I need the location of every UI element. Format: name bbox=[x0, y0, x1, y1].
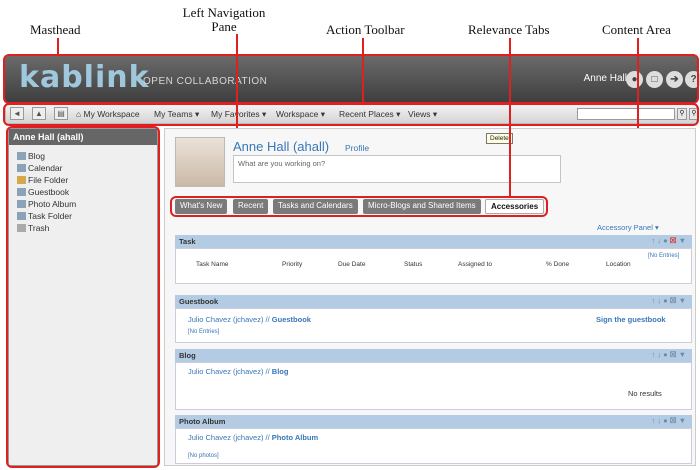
leftnav-item-photo-album[interactable]: Photo Album bbox=[17, 199, 76, 209]
callout-action-toolbar: Action Toolbar bbox=[326, 22, 405, 37]
search-icon[interactable]: ⚲ bbox=[677, 108, 687, 120]
guestbook-accessory-header: Guestbook ↑ ↓ ● ☒ ▼ bbox=[175, 295, 692, 308]
col-percent-done: % Done bbox=[546, 261, 570, 268]
photo-accessory-header: Photo Album ↑ ↓ ● ☒ ▼ bbox=[175, 415, 692, 428]
content-pointer bbox=[637, 38, 639, 128]
tab-micro-blogs[interactable]: Micro-Blogs and Shared Items bbox=[363, 199, 481, 214]
guestbook-owner-link[interactable]: Julio Chavez (jchavez) // Guestbook bbox=[188, 315, 311, 324]
leftnav-item-task-folder[interactable]: Task Folder bbox=[17, 211, 72, 221]
search-input[interactable] bbox=[577, 108, 675, 120]
toolbar-my-workspace[interactable]: ⌂ My Workspace bbox=[76, 109, 140, 119]
accessory-controls-icon[interactable]: ↑ ↓ ● ☒ ▼ bbox=[651, 416, 686, 425]
photo-owner-link[interactable]: Julio Chavez (jchavez) // Photo Album bbox=[188, 433, 318, 442]
masthead-pointer bbox=[57, 38, 59, 56]
tabs-pointer bbox=[509, 38, 511, 198]
col-status: Status bbox=[404, 261, 423, 268]
profile-name[interactable]: Anne Hall (ahall) bbox=[233, 139, 329, 154]
sign-guestbook-link[interactable]: Sign the guestbook bbox=[596, 315, 666, 324]
blog-accessory-body: Julio Chavez (jchavez) // Blog No result… bbox=[175, 362, 692, 410]
action-toolbar: ◄ ▲ ▤ ⌂ My Workspace My Teams ▾ My Favor… bbox=[5, 104, 699, 124]
col-priority: Priority bbox=[282, 261, 303, 268]
callout-relevance-tabs: Relevance Tabs bbox=[468, 22, 550, 37]
blog-no-results: No results bbox=[628, 389, 662, 398]
callout-left-nav: Left Navigation Pane bbox=[182, 5, 266, 34]
accessory-controls-icon[interactable]: ↑ ↓ ● ☒ ▼ bbox=[651, 236, 686, 245]
kablink-logo: kablink bbox=[19, 60, 150, 95]
accessory-panel-menu[interactable]: Accessory Panel ▾ bbox=[597, 223, 659, 232]
tab-accessories[interactable]: Accessories bbox=[485, 199, 545, 214]
photo-accessory-body: Julio Chavez (jchavez) // Photo Album [N… bbox=[175, 428, 692, 464]
photo-icon bbox=[17, 200, 26, 208]
col-task-name: Task Name bbox=[196, 261, 229, 268]
logout-icon[interactable]: ➔ bbox=[666, 71, 683, 88]
page-icon[interactable]: □ bbox=[646, 71, 663, 88]
status-input[interactable]: What are you working on? bbox=[233, 155, 561, 183]
layout-icon[interactable]: ▤ bbox=[54, 107, 68, 120]
left-navigation-pane: Anne Hall (ahall) Blog Calendar File Fol… bbox=[8, 128, 158, 466]
folder-icon bbox=[17, 176, 26, 184]
task-accessory-body: [No Entries] Task Name Priority Due Date… bbox=[175, 248, 692, 284]
toolbar-recent-places[interactable]: Recent Places ▾ bbox=[339, 109, 400, 120]
toolbar-my-favorites[interactable]: My Favorites ▾ bbox=[211, 109, 266, 120]
leftnav-item-trash[interactable]: Trash bbox=[17, 223, 49, 233]
logo-tagline: OPEN COLLABORATION bbox=[143, 76, 268, 87]
accessory-controls-icon[interactable]: ↑ ↓ ● ☒ ▼ bbox=[651, 296, 686, 305]
content-area: Anne Hall (ahall) Profile What are you w… bbox=[164, 128, 696, 466]
leftnav-item-blog[interactable]: Blog bbox=[17, 151, 45, 161]
accessory-controls-icon[interactable]: ↑ ↓ ● ☒ ▼ bbox=[651, 350, 686, 359]
task-no-entries: [No Entries] bbox=[648, 253, 680, 259]
callout-content-area: Content Area bbox=[602, 22, 671, 37]
upload-icon[interactable]: ▲ bbox=[32, 107, 46, 120]
leftnav-pointer bbox=[236, 34, 238, 128]
leftnav-item-file-folder[interactable]: File Folder bbox=[17, 175, 68, 185]
blog-icon bbox=[17, 152, 26, 160]
masthead-user-name[interactable]: Anne Hall bbox=[584, 73, 627, 84]
task-accessory-header: Task ↑ ↓ ● ☒ ▼ bbox=[175, 235, 692, 248]
masthead: kablink OPEN COLLABORATION Anne Hall ● □… bbox=[5, 56, 700, 102]
toolbar-workspace[interactable]: Workspace ▾ bbox=[276, 109, 325, 120]
tab-tasks-calendars[interactable]: Tasks and Calendars bbox=[273, 199, 358, 214]
blog-accessory-header: Blog ↑ ↓ ● ☒ ▼ bbox=[175, 349, 692, 362]
guestbook-icon bbox=[17, 188, 26, 196]
tab-whats-new[interactable]: What's New bbox=[175, 199, 228, 214]
col-due-date: Due Date bbox=[338, 261, 366, 268]
calendar-icon bbox=[17, 164, 26, 172]
leftnav-item-guestbook[interactable]: Guestbook bbox=[17, 187, 69, 197]
toolbar-my-teams[interactable]: My Teams ▾ bbox=[154, 109, 199, 120]
trash-icon bbox=[17, 224, 26, 232]
guestbook-accessory-body: Julio Chavez (jchavez) // Guestbook Sign… bbox=[175, 308, 692, 343]
person-icon[interactable]: ● bbox=[626, 71, 643, 88]
avatar[interactable] bbox=[175, 137, 225, 187]
guestbook-no-entries: [No Entries] bbox=[188, 329, 220, 335]
tab-recent[interactable]: Recent bbox=[233, 199, 269, 214]
help-icon[interactable]: ? bbox=[685, 71, 700, 88]
callout-masthead: Masthead bbox=[30, 22, 81, 37]
back-icon[interactable]: ◄ bbox=[10, 107, 24, 120]
toolbar-pointer bbox=[362, 38, 364, 104]
profile-link[interactable]: Profile bbox=[345, 143, 369, 153]
task-icon bbox=[17, 212, 26, 220]
leftnav-title[interactable]: Anne Hall (ahall) bbox=[9, 129, 157, 145]
col-assigned-to: Assigned to bbox=[458, 261, 492, 268]
advanced-search-icon[interactable]: ⚲ bbox=[689, 108, 699, 120]
blog-owner-link[interactable]: Julio Chavez (jchavez) // Blog bbox=[188, 367, 288, 376]
leftnav-item-calendar[interactable]: Calendar bbox=[17, 163, 63, 173]
photo-no-photos: [No photos] bbox=[188, 453, 219, 459]
toolbar-views[interactable]: Views ▾ bbox=[408, 109, 437, 120]
col-location: Location bbox=[606, 261, 631, 268]
